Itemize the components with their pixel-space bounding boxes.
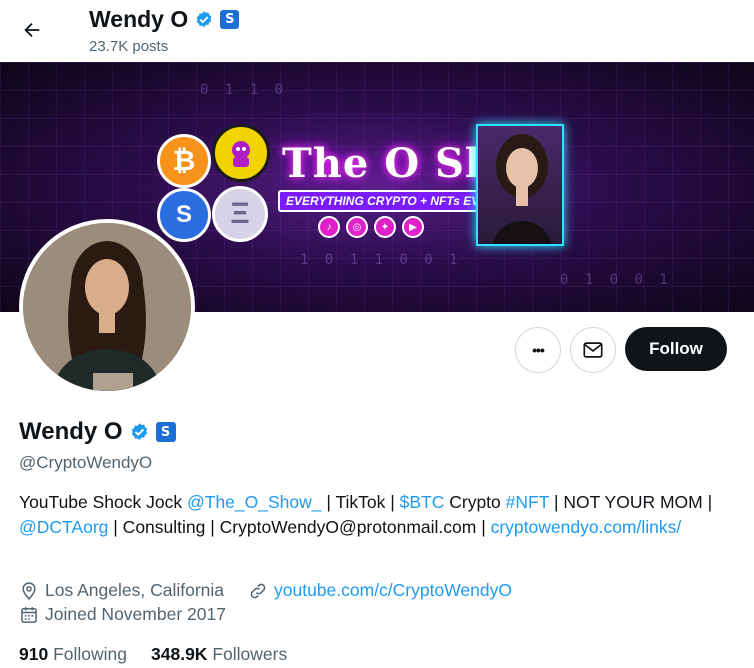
youtube-icon: ▶ (402, 216, 424, 238)
binary-decoration: 1 0 1 1 0 0 1 (300, 252, 462, 268)
bio-url-link[interactable]: cryptowendyo.com/links/ (491, 517, 682, 537)
more-dots-icon: ••• (532, 342, 545, 358)
verified-badge-icon (196, 10, 212, 27)
link-icon (250, 583, 266, 598)
instagram-icon: ◎ (346, 216, 368, 238)
banner-social-icons: ♪ ◎ ✦ ▶ (318, 216, 424, 238)
bio-mention-link[interactable]: @DCTAorg (19, 517, 108, 537)
header-name-row: Wendy O S (89, 6, 240, 33)
top-bar: Wendy O S 23.7K posts (0, 0, 754, 62)
following-label: Following (53, 644, 128, 664)
joined-text: Joined November 2017 (45, 604, 226, 624)
more-options-button[interactable]: ••• (515, 327, 561, 373)
bio-mention-link[interactable]: @The_O_Show_ (187, 492, 322, 512)
profile-name: Wendy O (19, 418, 123, 445)
header-name: Wendy O (89, 6, 189, 32)
bio-text: YouTube Shock Jock (19, 492, 187, 512)
bio-hashtag-link[interactable]: #NFT (506, 492, 549, 512)
profile-avatar[interactable] (19, 219, 195, 395)
profile-meta-row: Los Angeles, California youtube.com/c/Cr… (19, 580, 512, 601)
profile-bio: YouTube Shock Jock @The_O_Show_ | TikTok… (19, 490, 739, 540)
tiktok-icon: ♪ (318, 216, 340, 238)
location-text: Los Angeles, California (45, 580, 224, 600)
bio-text: | Consulting | CryptoWendyO@protonmail.c… (108, 517, 491, 537)
binary-decoration: 0 1 0 0 1 (560, 272, 672, 288)
envelope-icon (583, 342, 603, 358)
bio-text: | NOT YOUR MOM | (549, 492, 713, 512)
posts-count: 23.7K posts (89, 38, 169, 55)
arrow-left-icon (24, 22, 40, 38)
followers-link[interactable]: 348.9K Followers (151, 644, 287, 665)
verified-badge-icon[interactable] (129, 422, 150, 443)
bio-text: | TikTok | (321, 492, 400, 512)
website-link[interactable]: youtube.com/c/CryptoWendyO (274, 580, 512, 601)
location-item: Los Angeles, California (19, 580, 224, 601)
joined-item: Joined November 2017 (19, 604, 226, 625)
nft-character-icon (212, 124, 270, 182)
affiliate-badge-icon[interactable]: S (155, 422, 176, 442)
banner-portrait (476, 124, 564, 246)
website-item: youtube.com/c/CryptoWendyO (248, 580, 512, 601)
location-pin-icon (22, 581, 36, 600)
affiliate-badge-icon[interactable]: S (220, 10, 240, 29)
profile-handle: @CryptoWendyO (19, 453, 153, 472)
twitter-icon: ✦ (374, 216, 396, 238)
follow-button[interactable]: Follow (625, 327, 727, 371)
following-link[interactable]: 910 Following (19, 644, 127, 665)
sologenic-coin-icon: S (157, 188, 211, 242)
calendar-icon (21, 606, 37, 623)
ethereum-coin-icon: Ξ (212, 186, 268, 242)
bio-cashtag-link[interactable]: $BTC (400, 492, 445, 512)
profile-meta-row: Joined November 2017 (19, 604, 226, 625)
back-button[interactable] (14, 12, 50, 48)
bitcoin-coin-icon: ₿ (157, 134, 211, 188)
following-count: 910 (19, 644, 49, 664)
followers-count: 348.9K (151, 644, 208, 664)
follow-stats: 910 Following 348.9K Followers (19, 644, 287, 665)
message-button[interactable] (570, 327, 616, 373)
bio-text: Crypto (444, 492, 506, 512)
profile-name-row: Wendy O S (19, 418, 176, 446)
followers-label: Followers (212, 644, 288, 664)
binary-decoration: 0 1 1 0 (200, 82, 288, 98)
